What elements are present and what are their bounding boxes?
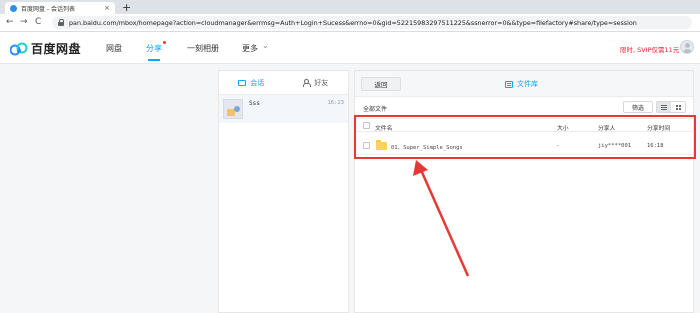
- cloud-logo-icon: [10, 42, 28, 55]
- session-name: Sss: [249, 100, 260, 107]
- chat-icon: [238, 79, 247, 86]
- annotation-highlight-box: [354, 115, 696, 159]
- file-library-label: 文件库: [517, 80, 538, 88]
- notification-dot: [163, 41, 166, 44]
- tab-title: 百度网盘 - 会话列表: [21, 5, 75, 13]
- list-view-button[interactable]: [657, 102, 671, 112]
- baidu-netdisk-logo[interactable]: 百度网盘: [10, 40, 81, 57]
- session-time: 16:23: [327, 100, 344, 106]
- svip-promo-link[interactable]: 限时, SVIP仅需11元: [620, 44, 679, 54]
- user-avatar[interactable]: [680, 40, 694, 54]
- file-panel-toolbar: 返回 文件库: [355, 71, 693, 97]
- logo-text: 百度网盘: [31, 42, 82, 56]
- filter-button[interactable]: 筛选: [623, 101, 653, 113]
- url-text[interactable]: pan.baidu.com/mbox/homepage?action=cloud…: [69, 19, 637, 27]
- baidu-favicon-icon: [10, 4, 17, 12]
- session-avatar: [223, 99, 243, 119]
- tab-close-icon[interactable]: ×: [104, 4, 110, 12]
- back-button[interactable]: 返回: [361, 77, 401, 91]
- session-tabs: 会话 好友: [219, 71, 348, 95]
- new-tab-button[interactable]: +: [122, 1, 131, 14]
- reload-icon[interactable]: C: [35, 17, 41, 27]
- file-panel: 返回 文件库 全部文件 筛选 文件名 大小 分享人 分享时间 01、Super_…: [354, 70, 694, 313]
- grid-view-icon: [675, 104, 681, 110]
- address-bar-row: ← → C pan.baidu.com/mbox/homepage?action…: [0, 14, 700, 32]
- browser-tab-bar: 百度网盘 - 会话列表 × +: [0, 0, 700, 14]
- nav-more[interactable]: 更多: [242, 43, 258, 54]
- chevron-down-icon[interactable]: ⌄: [262, 41, 269, 50]
- forward-arrow-icon[interactable]: →: [20, 17, 28, 27]
- lock-icon: [58, 19, 64, 26]
- url-omnibox[interactable]: pan.baidu.com/mbox/homepage?action=cloud…: [52, 16, 692, 29]
- nav-netdisk[interactable]: 网盘: [106, 43, 122, 54]
- back-arrow-icon[interactable]: ←: [6, 17, 14, 27]
- breadcrumb-all-files[interactable]: 全部文件: [363, 104, 387, 113]
- file-library-icon: [505, 80, 513, 88]
- tab-friends[interactable]: 好友: [284, 71, 349, 94]
- friend-icon: [303, 79, 312, 87]
- nav-album[interactable]: 一刻相册: [187, 43, 219, 54]
- app-header: 百度网盘 网盘 分享 一刻相册 更多 ⌄ 限时, SVIP仅需11元: [0, 32, 700, 64]
- session-panel: 会话 好友 Sss 16:23: [218, 70, 349, 313]
- grid-view-button[interactable]: [671, 102, 685, 112]
- tab-conversations[interactable]: 会话: [219, 71, 284, 94]
- list-view-icon: [661, 104, 667, 110]
- browser-tab[interactable]: 百度网盘 - 会话列表 ×: [5, 2, 115, 14]
- tab-conversations-label: 会话: [250, 78, 265, 87]
- session-item[interactable]: Sss 16:23: [219, 95, 348, 123]
- nav-share[interactable]: 分享: [146, 43, 162, 54]
- tab-friends-label: 好友: [314, 78, 329, 87]
- view-toggle: [656, 101, 686, 113]
- file-library-tab[interactable]: 文件库: [505, 79, 538, 89]
- active-nav-underline: [148, 59, 160, 61]
